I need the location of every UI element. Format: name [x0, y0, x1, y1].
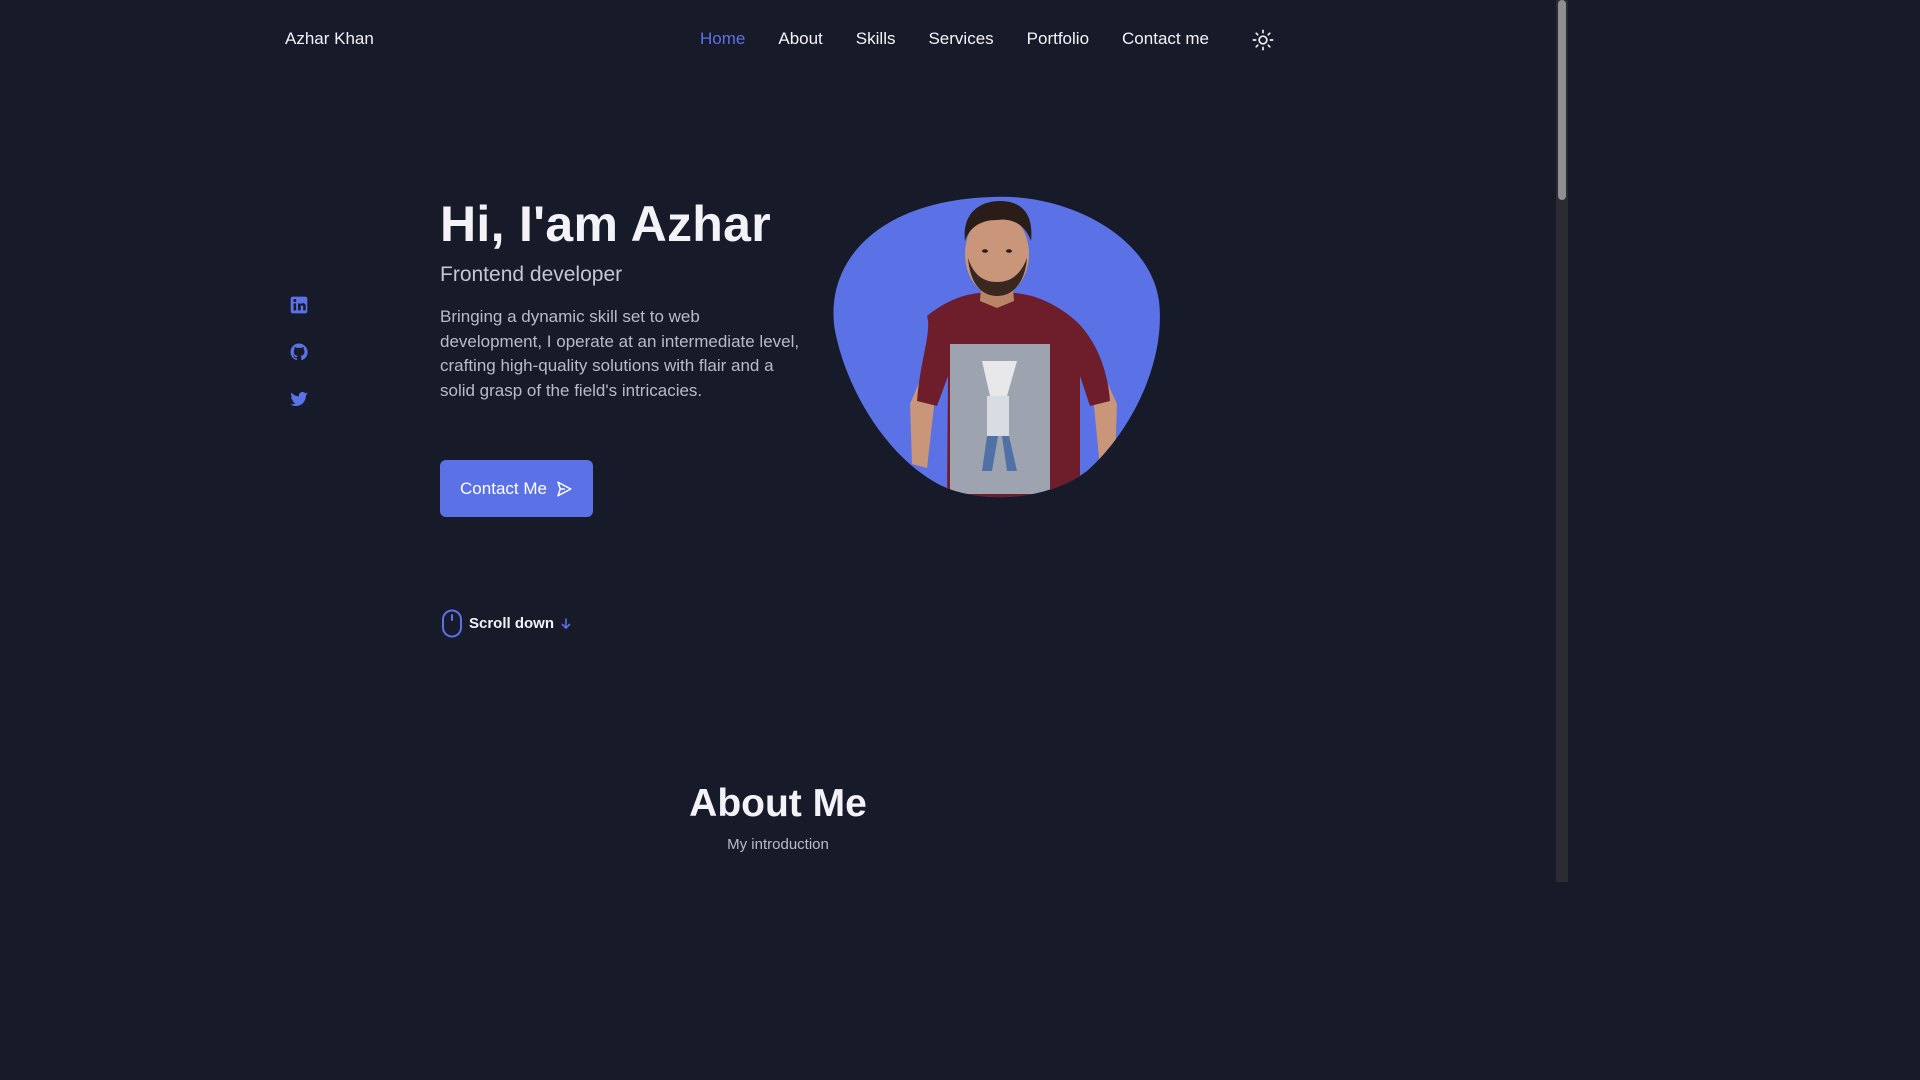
nav-link-about[interactable]: About: [778, 29, 822, 49]
nav-link-skills[interactable]: Skills: [856, 29, 896, 49]
nav-link-home[interactable]: Home: [700, 29, 745, 49]
linkedin-icon[interactable]: [289, 294, 309, 316]
scroll-down-link[interactable]: Scroll down: [441, 609, 572, 638]
scroll-down-label: Scroll down: [469, 615, 555, 632]
nav-link-portfolio[interactable]: Portfolio: [1027, 29, 1089, 49]
main-nav: Home About Skills Services Portfolio Con…: [700, 29, 1242, 49]
mouse-icon: [442, 609, 462, 638]
header: Azhar Khan Home About Skills Services Po…: [0, 0, 1556, 80]
about-subtitle: My introduction: [727, 836, 829, 853]
scrollbar-thumb[interactable]: [1558, 0, 1566, 200]
profile-blob: [833, 196, 1160, 498]
about-title: About Me: [689, 782, 867, 825]
send-icon: [557, 481, 572, 496]
social-links: [289, 294, 309, 410]
scrollbar[interactable]: [1556, 0, 1568, 882]
hero-description: Bringing a dynamic skill set to web deve…: [440, 307, 800, 400]
hero-title: Hi, I'am Azhar: [440, 196, 771, 252]
twitter-icon[interactable]: [289, 388, 309, 410]
nav-link-services[interactable]: Services: [928, 29, 993, 49]
github-icon[interactable]: [289, 341, 309, 363]
site-logo[interactable]: Azhar Khan: [285, 29, 374, 49]
arrow-down-icon: [561, 617, 571, 629]
nav-link-contact[interactable]: Contact me: [1122, 29, 1209, 49]
hero-subtitle: Frontend developer: [440, 263, 623, 286]
contact-me-label: Contact Me: [460, 478, 547, 498]
sun-icon[interactable]: [1252, 29, 1274, 51]
contact-me-button[interactable]: Contact Me: [440, 460, 593, 517]
